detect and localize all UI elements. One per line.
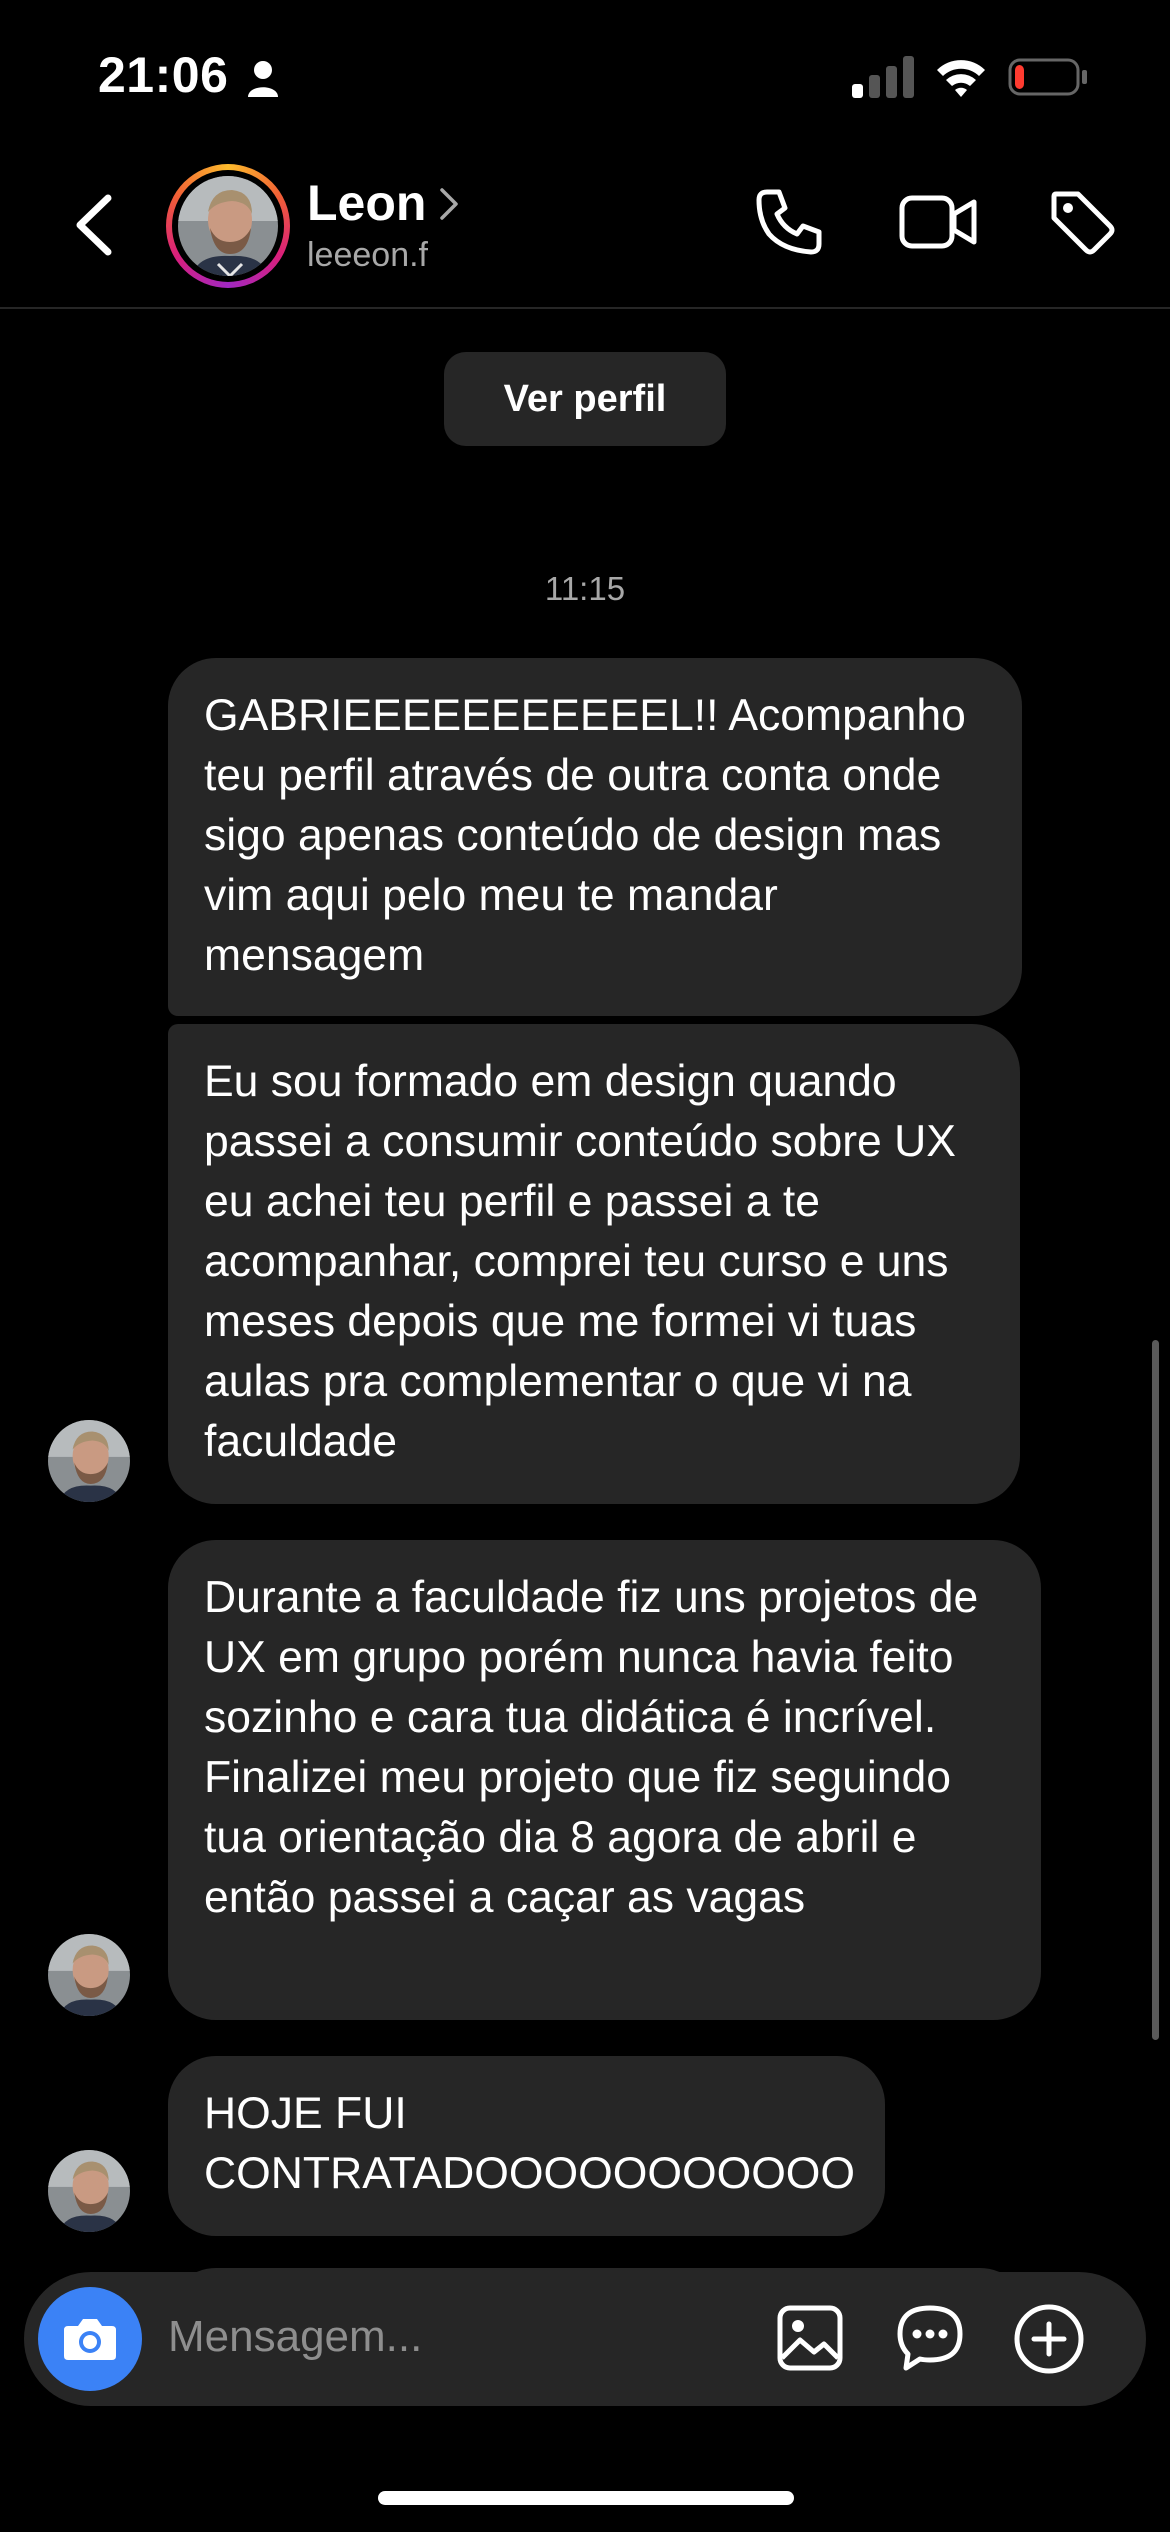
phone-call-button[interactable]	[753, 186, 825, 258]
message-input[interactable]: Mensagem...	[168, 2312, 422, 2362]
gallery-icon[interactable]	[774, 2302, 846, 2374]
contact-avatar[interactable]	[166, 164, 290, 288]
message-bubble[interactable]: HOJE FUI CONTRATADOOOOOOOOOOO	[168, 2056, 885, 2236]
message-bubble[interactable]: Durante a faculdade fiz uns projetos de …	[168, 1540, 1041, 2020]
message-bubble[interactable]: Eu sou formado em design quando passei a…	[168, 1024, 1020, 1504]
cellular-signal-icon	[852, 56, 914, 98]
header-divider	[0, 307, 1170, 309]
view-profile-button[interactable]: Ver perfil	[444, 352, 726, 446]
message-timestamp: 11:15	[544, 570, 626, 607]
person-icon	[248, 61, 278, 97]
camera-icon	[64, 2319, 116, 2360]
sender-avatar[interactable]	[48, 1934, 130, 2016]
add-icon[interactable]	[1012, 2302, 1086, 2376]
back-button[interactable]	[62, 190, 132, 260]
contact-handle[interactable]: leeeon.f	[307, 236, 428, 275]
camera-button[interactable]	[38, 2287, 142, 2391]
message-bubble[interactable]: GABRIEEEEEEEEEEEL!! Acompanho teu perfil…	[168, 658, 1022, 1016]
chat-bubble-icon[interactable]	[894, 2302, 966, 2374]
contact-name[interactable]: Leon	[307, 174, 426, 232]
sender-avatar[interactable]	[48, 1420, 130, 1502]
avatar-photo	[178, 176, 278, 276]
scrollbar[interactable]	[1152, 1340, 1159, 2040]
home-indicator[interactable]	[378, 2491, 794, 2505]
status-time: 21:06	[98, 47, 229, 103]
chevron-right-icon[interactable]	[438, 186, 460, 222]
wifi-icon	[937, 60, 985, 97]
battery-icon	[1008, 58, 1087, 96]
video-call-button[interactable]	[898, 190, 978, 254]
tag-icon[interactable]	[1046, 186, 1118, 258]
sender-avatar[interactable]	[48, 2150, 130, 2232]
